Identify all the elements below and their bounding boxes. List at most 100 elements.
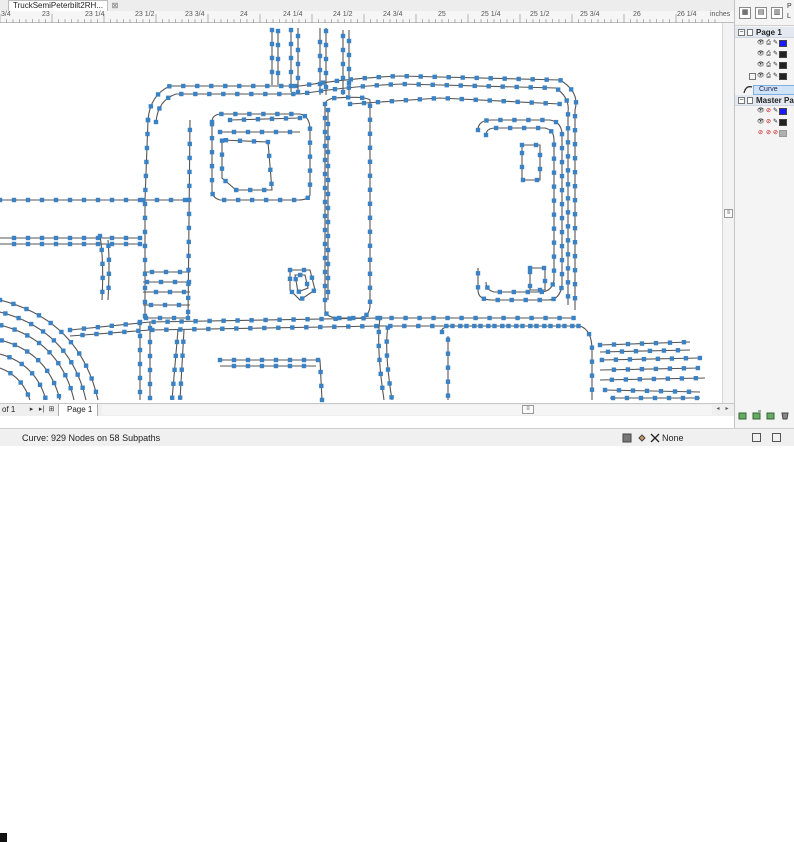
node-handle xyxy=(474,76,478,80)
show-properties-icon[interactable]: ▦ xyxy=(739,7,751,19)
print-icon[interactable]: ⎙ xyxy=(765,62,772,69)
node-handle xyxy=(148,354,152,358)
snap-icon[interactable] xyxy=(752,433,761,442)
truck-vector-drawing[interactable] xyxy=(0,23,722,403)
node-handle xyxy=(676,348,680,352)
fill-bucket-icon[interactable] xyxy=(637,433,647,443)
outline-none-icon[interactable] xyxy=(650,433,660,443)
print-icon[interactable]: ⎙ xyxy=(765,40,772,47)
visibility-eye-icon[interactable]: 👁 xyxy=(757,108,764,115)
layer-manager-view-icon[interactable]: ▤ xyxy=(755,7,767,19)
document-tab[interactable]: TruckSemiPeterbilt2RH... xyxy=(8,0,108,11)
scroll-right-icon[interactable]: ▸ xyxy=(723,405,731,414)
new-layer-icon[interactable] xyxy=(738,410,748,420)
node-handle xyxy=(124,322,128,326)
node-handle xyxy=(145,146,149,150)
visibility-eye-icon[interactable]: 👁 xyxy=(757,73,764,80)
visibility-eye-icon[interactable]: 👁 xyxy=(757,51,764,58)
collapse-icon[interactable]: − xyxy=(738,29,745,36)
node-handle xyxy=(181,340,185,344)
node-handle xyxy=(502,76,506,80)
layer-row[interactable]: 👁 ⎙ ✎ xyxy=(735,60,794,71)
node-handle xyxy=(446,96,450,100)
layer-row[interactable]: 👁 ⎙ ✎ xyxy=(735,49,794,60)
node-handle xyxy=(324,29,328,33)
new-master-layer-icon[interactable] xyxy=(752,410,762,420)
ruler-label: 23 1/2 xyxy=(135,11,154,19)
ruler-label: 23 1/4 xyxy=(85,11,104,19)
vertical-scroll-thumb[interactable]: ≡ xyxy=(724,209,733,218)
hidden-icon[interactable]: ⊘ xyxy=(757,130,764,137)
page-1-node[interactable]: − Page 1 xyxy=(735,27,794,38)
node-handle xyxy=(552,212,556,216)
node-handle xyxy=(534,143,538,147)
node-handle xyxy=(341,48,345,52)
layer-row[interactable]: 👁 ⎙ ✎ xyxy=(735,38,794,49)
node-handle xyxy=(560,258,564,262)
node-handle xyxy=(270,56,274,60)
node-handle xyxy=(0,298,2,302)
locked-icon[interactable]: ⊘ xyxy=(772,130,779,137)
color-proof-icon[interactable] xyxy=(772,433,781,442)
print-icon[interactable]: ⎙ xyxy=(765,73,772,80)
node-handle xyxy=(172,368,176,372)
new-master-layer-all-pages-icon[interactable] xyxy=(766,410,776,420)
scroll-left-icon[interactable]: ◂ xyxy=(714,405,722,414)
node-handle xyxy=(341,90,345,94)
print-disabled-icon[interactable]: ⊘ xyxy=(765,130,772,137)
color-swatch-black[interactable] xyxy=(0,833,7,842)
node-handle xyxy=(138,236,142,240)
lock-edit-icon[interactable]: ✎ xyxy=(772,51,779,58)
node-handle xyxy=(124,236,128,240)
node-handle xyxy=(573,142,577,146)
lock-edit-icon[interactable]: ✎ xyxy=(772,40,779,47)
docker-side-label-p: P xyxy=(787,2,792,11)
next-page-icon[interactable]: ▸ xyxy=(27,405,36,414)
horizontal-scroll-thumb[interactable]: ≡ xyxy=(522,405,534,414)
drawing-canvas[interactable] xyxy=(0,23,722,403)
horizontal-ruler[interactable]: 3/4 23 23 1/4 23 1/2 23 3/4 24 24 1/4 24… xyxy=(0,11,734,23)
node-handle xyxy=(262,326,266,330)
node-handle xyxy=(210,192,214,196)
delete-icon[interactable] xyxy=(780,410,790,420)
visibility-eye-icon[interactable]: 👁 xyxy=(757,62,764,69)
close-tab-icon[interactable]: ⊠ xyxy=(111,1,119,10)
print-disabled-icon[interactable]: ⊘ xyxy=(765,108,772,115)
print-icon[interactable]: ⎙ xyxy=(765,51,772,58)
lock-edit-icon[interactable]: ✎ xyxy=(772,73,779,80)
node-handles[interactable] xyxy=(0,28,702,402)
node-handle xyxy=(38,383,42,387)
horizontal-scrollbar[interactable]: ≡ xyxy=(102,405,712,415)
lock-edit-icon[interactable]: ✎ xyxy=(772,119,779,126)
visibility-eye-icon[interactable]: 👁 xyxy=(757,40,764,47)
layer-row[interactable]: 👁 ⎙ ✎ xyxy=(735,71,794,82)
object-properties-icon[interactable]: ▥ xyxy=(771,7,783,19)
layer-color-swatch xyxy=(779,51,787,58)
last-page-icon[interactable]: ▸| xyxy=(37,405,46,414)
node-handle xyxy=(195,84,199,88)
layer-row[interactable]: ⊘ ⊘ ⊘ xyxy=(735,128,794,139)
node-handle xyxy=(249,92,253,96)
fill-color-icon[interactable] xyxy=(622,433,632,443)
lock-edit-icon[interactable]: ✎ xyxy=(772,108,779,115)
node-handle xyxy=(562,324,566,328)
docker-toolbar: ▦ ▤ ▥ P L xyxy=(735,0,794,26)
layer-row[interactable]: 👁 ⊘ ✎ xyxy=(735,117,794,128)
node-handle xyxy=(634,349,638,353)
visibility-eye-icon[interactable]: 👁 xyxy=(757,119,764,126)
node-handle xyxy=(625,396,629,400)
lock-edit-icon[interactable]: ✎ xyxy=(772,62,779,69)
master-page-node[interactable]: − Master Pag xyxy=(735,95,794,106)
add-page-icon[interactable]: ⊞ xyxy=(47,405,56,414)
selected-curve-item[interactable]: Curve xyxy=(753,85,794,95)
print-disabled-icon[interactable]: ⊘ xyxy=(765,119,772,126)
layer-row[interactable]: 👁 ⊘ ✎ xyxy=(735,106,794,117)
node-handle xyxy=(265,84,269,88)
expand-icon[interactable] xyxy=(749,73,756,80)
node-handle xyxy=(12,198,16,202)
node-handle xyxy=(47,350,51,354)
page-1-label: Page 1 xyxy=(756,27,782,38)
page-tab[interactable]: Page 1 xyxy=(58,404,98,416)
vertical-scrollbar[interactable]: ≡ xyxy=(722,23,734,403)
collapse-icon[interactable]: − xyxy=(738,97,745,104)
